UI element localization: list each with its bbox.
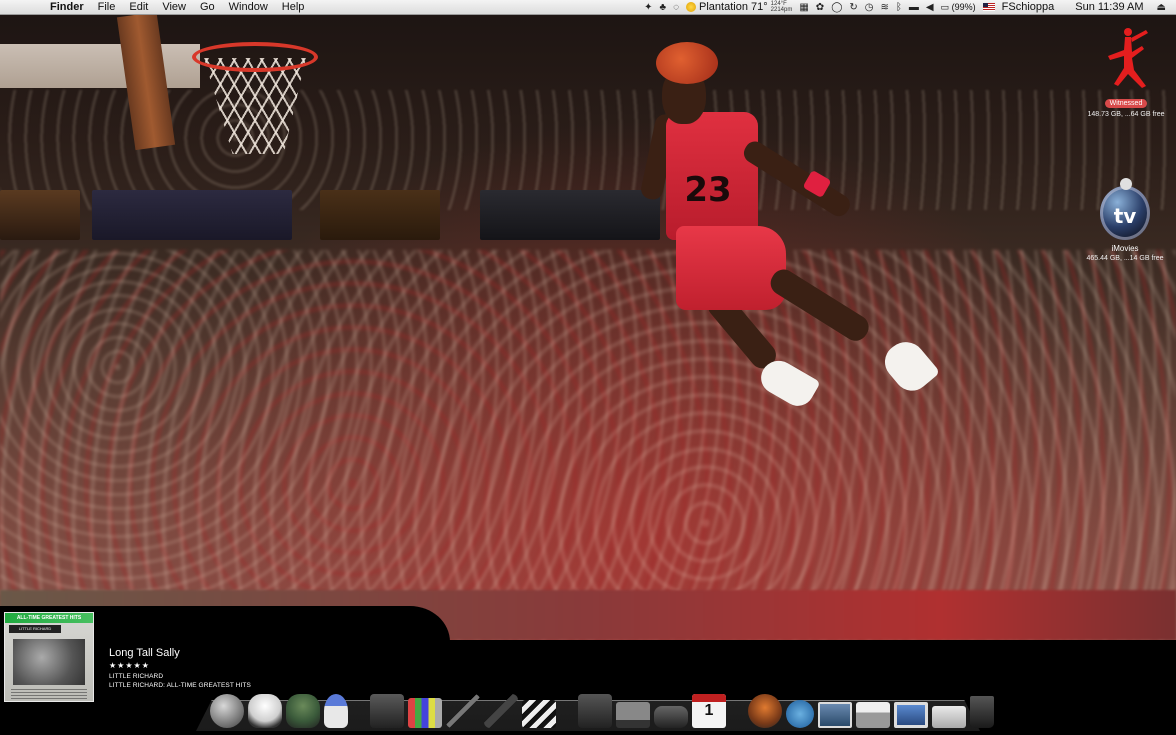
player-shoe [877,333,941,399]
desktop-wallpaper: 23 [0,0,1176,640]
desktop-drive-witnessed[interactable]: Witnessed 148.73 GB, ...64 GB free [1078,26,1174,119]
weather-location: Plantation 71° [699,1,768,13]
sun-icon [686,2,697,12]
death-star-icon[interactable] [210,694,244,728]
drive-info: 465.44 GB, ...14 GB free [1086,255,1164,262]
album-cover-artist: LITTLE RICHARD [9,625,61,633]
menu-file[interactable]: File [91,0,123,15]
paw-icon[interactable]: ✿ [816,0,824,15]
basketball [656,42,718,84]
time-machine-icon[interactable]: ◷ [865,0,874,15]
wifi-icon[interactable]: ≋ [881,0,889,15]
volume-icon[interactable]: ◀ [926,0,934,15]
calendar-icon[interactable]: 1 [692,694,726,728]
player-leg [766,264,874,346]
weather-detail-time: 2214pm [770,7,793,13]
apple-logo-icon [1120,178,1132,190]
battery-status[interactable]: ▭ (99%) [941,2,976,13]
menu-finder[interactable]: Finder [40,0,91,15]
sync-icon[interactable]: ↻ [849,0,857,15]
weather-widget[interactable]: Plantation 71° 124°F 2214pm [686,1,792,13]
us-flag-icon[interactable] [982,3,995,11]
arena-banner [0,190,80,240]
growl-icon[interactable]: ✦ [644,0,652,15]
sync-icon[interactable] [786,700,814,728]
menu-edit[interactable]: Edit [122,0,155,15]
menu-view[interactable]: View [155,0,193,15]
drive-info: 148.73 GB, ...64 GB free [1087,111,1165,118]
track-title: Long Tall Sally [109,647,180,659]
spotlight-icon[interactable]: ▦ [799,0,808,15]
dunking-player: 23 [639,40,941,420]
jumpman-icon [1098,26,1154,92]
menu-bar: Finder File Edit View Go Window Help ✦ ♣… [0,0,1176,15]
user-name[interactable]: FSchioppa [1002,1,1055,13]
photo-icon[interactable] [818,702,852,728]
drive-label: Witnessed [1104,99,1148,108]
boba-fett-icon[interactable] [286,694,320,728]
drive-icon[interactable] [932,706,966,728]
pen-icon[interactable] [446,694,480,728]
circle-icon[interactable]: ◌ [673,0,679,15]
battery-icon: ▭ [940,1,950,12]
arena-banner [92,190,292,240]
clock[interactable]: Sun 11:39 AM [1075,1,1143,13]
player-shorts [676,226,786,310]
display-icon[interactable]: ▬ [909,0,919,15]
backboard [0,44,200,88]
menu-help[interactable]: Help [275,0,312,15]
menu-extras: ✦ ♣ ◌ Plantation 71° 124°F 2214pm ▦ ✿ ◯ … [644,0,1176,15]
calendar-day: 1 [704,702,714,719]
basketball-rim [192,42,318,72]
dock: 1 [210,684,994,728]
brush-icon[interactable] [484,694,518,728]
tablet-icon[interactable] [654,706,688,728]
crowd [0,250,1176,640]
tv-icon-text: tv [1113,204,1137,228]
album-cover-photo [13,639,85,685]
trash-icon[interactable] [970,696,994,728]
stormtrooper-icon[interactable] [248,694,282,728]
menu-window[interactable]: Window [222,0,275,15]
monitor-icon[interactable] [894,702,928,728]
jersey-number: 23 [684,170,732,210]
laptop-icon[interactable] [616,702,650,728]
printer-icon[interactable] [856,702,890,728]
arena-banner [480,190,660,240]
weather-detail: 124°F 2214pm [771,1,793,13]
battery-percent: (99%) [951,1,976,12]
chat-icon[interactable]: ◯ [831,0,842,15]
panther-icon[interactable] [748,694,782,728]
clapperboard-icon[interactable] [522,700,556,728]
eject-icon[interactable]: ⏏ [1157,0,1166,15]
menu-go[interactable]: Go [193,0,222,15]
track-artist: LITTLE RICHARD [109,673,164,680]
camera-icon[interactable] [370,694,404,728]
cat-icon[interactable]: ♣ [660,0,667,15]
track-rating[interactable]: ★★★★★ [109,660,251,672]
pencils-icon[interactable] [408,698,442,728]
bluetooth-icon[interactable]: ᛒ [896,0,902,15]
album-cover[interactable]: ALL-TIME GREATEST HITS LITTLE RICHARD [4,612,94,702]
arena-banner [320,190,440,240]
album-cover-title: ALL-TIME GREATEST HITS [5,613,93,623]
desktop-drive-imovies[interactable]: tv iMovies 465.44 GB, ...14 GB free [1074,178,1176,263]
album-cover-tracklist [11,689,87,699]
r2d2-icon[interactable] [324,694,348,728]
apple-tv-icon: tv [1098,178,1152,244]
script-icon[interactable] [578,694,612,728]
drive-label: iMovies [1111,244,1139,253]
